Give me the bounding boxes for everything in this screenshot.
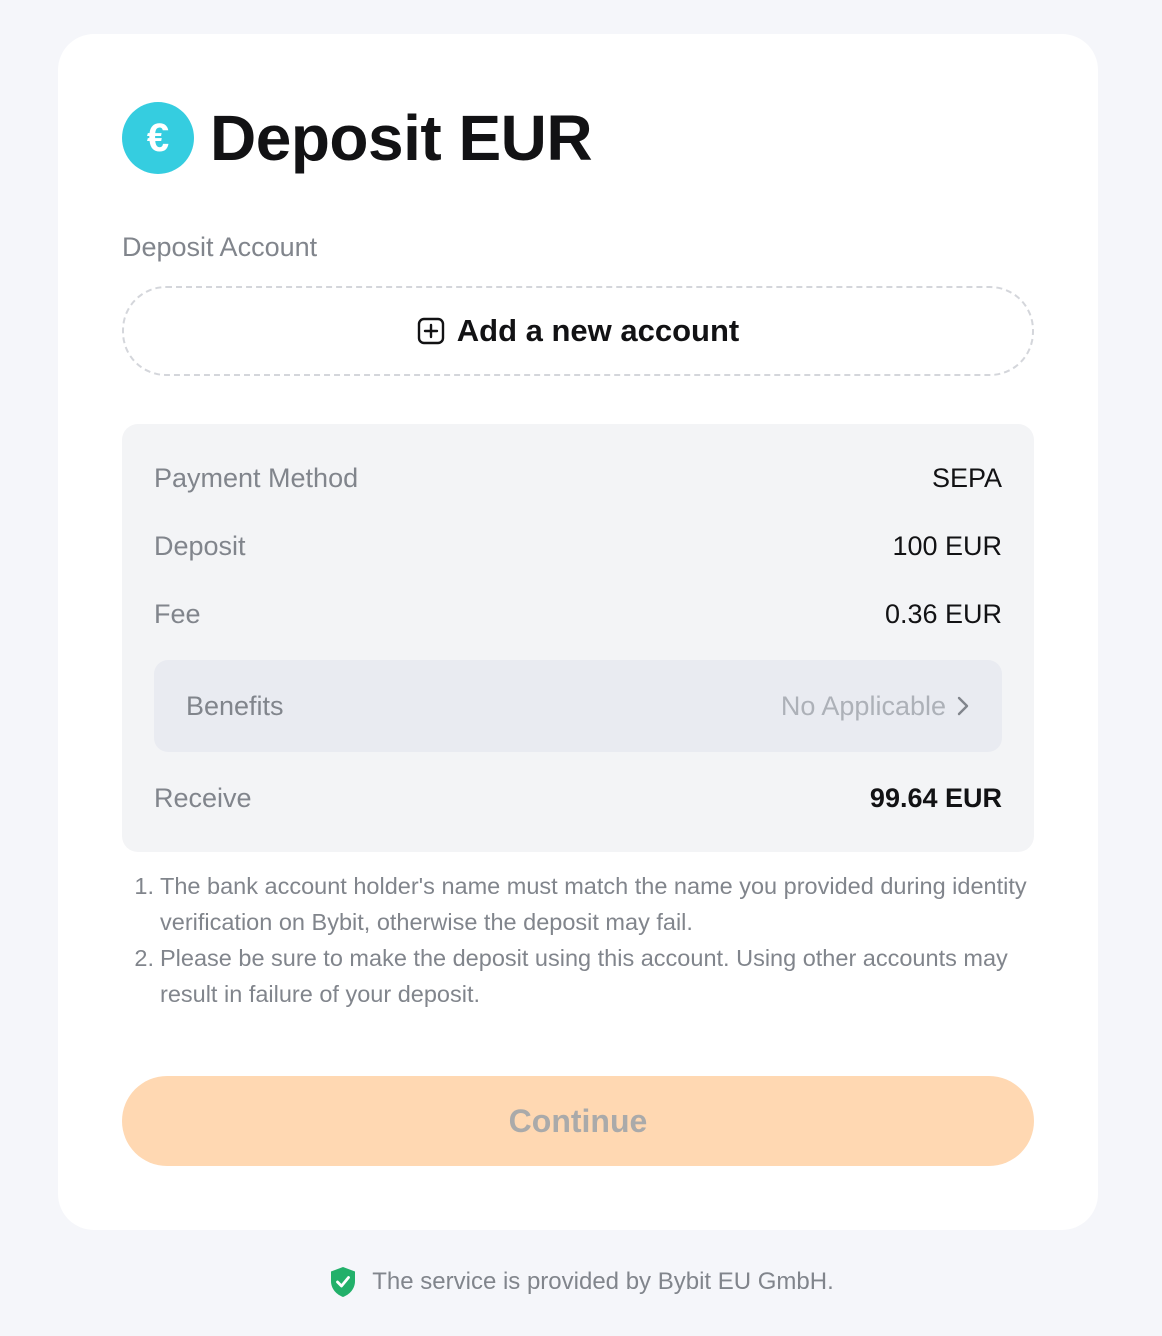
plus-square-icon	[417, 317, 444, 345]
note-text: Please be sure to make the deposit using…	[160, 945, 1008, 1007]
note-text: The bank account holder's name must matc…	[160, 873, 1027, 935]
chevron-right-icon	[957, 696, 969, 716]
deposit-notes-list: 1. The bank account holder's name must m…	[122, 868, 1034, 1012]
note-item: 1. The bank account holder's name must m…	[122, 868, 1034, 940]
note-item: 2. Please be sure to make the deposit us…	[122, 940, 1034, 1012]
benefits-value-group: No Applicable	[781, 691, 970, 722]
deposit-summary: Payment Method SEPA Deposit 100 EUR Fee …	[122, 424, 1034, 852]
benefits-label: Benefits	[186, 690, 284, 721]
summary-row-payment-method: Payment Method SEPA	[154, 458, 1002, 498]
benefits-value: No Applicable	[780, 690, 946, 721]
shield-check-icon	[331, 1267, 356, 1297]
fee-label: Fee	[154, 598, 201, 629]
deposit-value: 100 EUR	[892, 530, 1002, 561]
summary-row-receive: Receive 99.64 EUR	[154, 778, 1002, 818]
deposit-card: € Deposit EUR Deposit Account Add a new …	[58, 34, 1098, 1230]
page-title: Deposit EUR	[210, 102, 593, 174]
fee-value: 0.36 EUR	[884, 598, 1002, 629]
euro-icon-symbol: €	[146, 115, 170, 160]
payment-method-label: Payment Method	[154, 462, 359, 493]
receive-value: 99.64 EUR	[869, 782, 1002, 813]
service-provider-footer: The service is provided by Bybit EU GmbH…	[0, 1262, 1162, 1302]
add-new-account-label: Add a new account	[456, 313, 740, 348]
add-new-account-button[interactable]: Add a new account	[122, 286, 1034, 376]
benefits-selector[interactable]: Benefits No Applicable	[154, 660, 1002, 752]
note-number: 2.	[134, 945, 154, 971]
deposit-label: Deposit	[154, 530, 246, 561]
continue-button[interactable]: Continue	[122, 1076, 1034, 1166]
summary-row-deposit: Deposit 100 EUR	[154, 526, 1002, 566]
euro-icon: €	[122, 102, 194, 174]
note-number: 1.	[134, 873, 154, 899]
payment-method-value: SEPA	[931, 462, 1002, 493]
footer-text: The service is provided by Bybit EU GmbH…	[372, 1268, 834, 1295]
summary-row-fee: Fee 0.36 EUR	[154, 594, 1002, 634]
deposit-account-label: Deposit Account	[122, 232, 318, 262]
page-header: € Deposit EUR	[122, 102, 593, 174]
receive-label: Receive	[154, 782, 252, 813]
